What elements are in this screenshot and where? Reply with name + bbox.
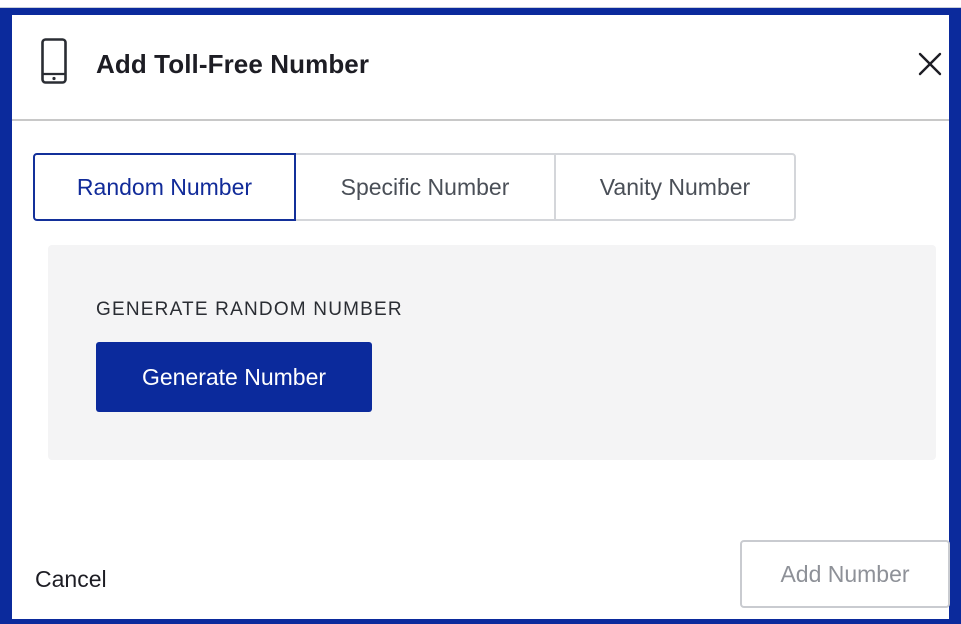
random-number-panel: GENERATE RANDOM NUMBER Generate Number — [48, 245, 936, 460]
mobile-phone-icon — [41, 38, 67, 84]
close-icon[interactable] — [916, 50, 944, 78]
panel-heading: GENERATE RANDOM NUMBER — [96, 299, 403, 320]
tab-random-number[interactable]: Random Number — [33, 153, 296, 221]
top-strip — [0, 0, 961, 8]
generate-number-button[interactable]: Generate Number — [96, 342, 372, 412]
dialog-header: Add Toll-Free Number — [12, 15, 949, 121]
cancel-button[interactable]: Cancel — [35, 566, 107, 593]
tab-specific-number[interactable]: Specific Number — [294, 153, 556, 221]
number-type-tabs: Random Number Specific Number Vanity Num… — [33, 153, 796, 221]
add-toll-free-dialog: Add Toll-Free Number Random Number Speci… — [12, 15, 950, 619]
screen: Add Toll-Free Number Random Number Speci… — [0, 0, 961, 624]
dialog-title: Add Toll-Free Number — [96, 49, 370, 79]
tab-vanity-number[interactable]: Vanity Number — [554, 153, 796, 221]
add-number-button[interactable]: Add Number — [740, 540, 950, 608]
